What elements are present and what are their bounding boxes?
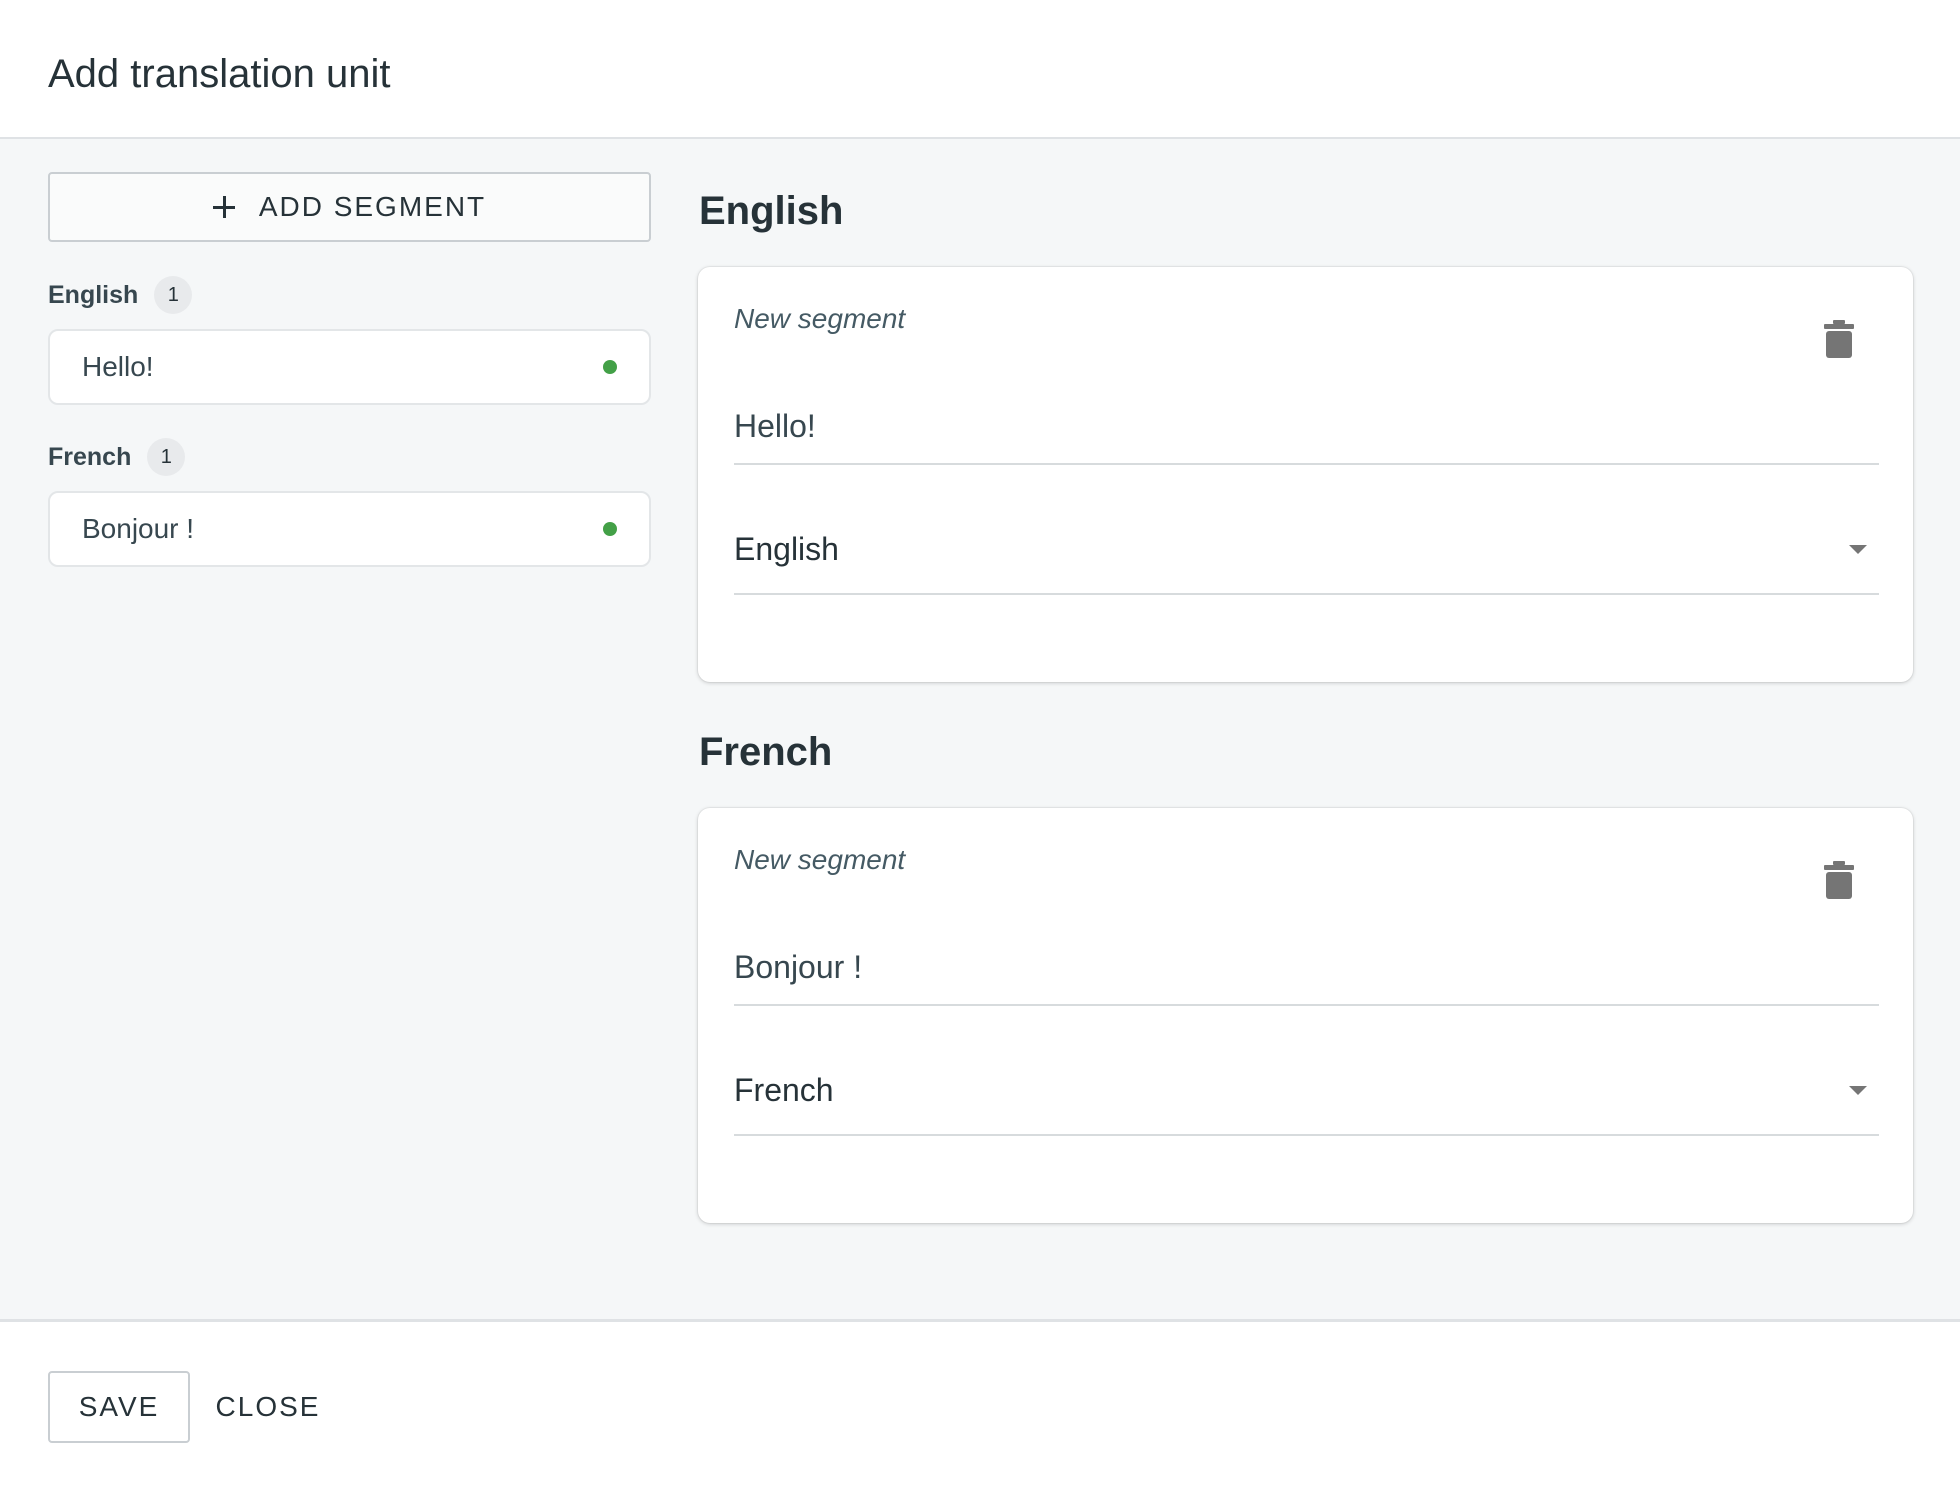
- dialog-body: ADD SEGMENT English 1 Hello! French 1 Bo…: [0, 139, 1960, 1319]
- segment-text: Hello!: [82, 351, 154, 382]
- trash-icon[interactable]: [1824, 861, 1854, 899]
- group-label-french: French 1: [48, 437, 186, 477]
- dialog-header: Add translation unit: [0, 0, 1960, 139]
- group-label-english: English 1: [48, 275, 193, 315]
- segment-text: Bonjour !: [82, 513, 195, 544]
- segment-list-item[interactable]: Hello!: [48, 329, 651, 405]
- section-title-french: French: [699, 730, 833, 774]
- language-select[interactable]: English: [734, 505, 1879, 595]
- segment-text-field[interactable]: [734, 377, 1879, 465]
- segment-count-badge: 1: [154, 276, 193, 314]
- close-button[interactable]: CLOSE: [200, 1371, 336, 1443]
- segment-card-label: New segment: [734, 844, 906, 875]
- language-select-value: French: [734, 1071, 834, 1108]
- language-select[interactable]: French: [734, 1046, 1879, 1136]
- segment-card-label: New segment: [734, 303, 906, 334]
- dialog-footer: SAVE CLOSE: [0, 1319, 1960, 1492]
- segment-card-english: New segment English: [698, 267, 1913, 682]
- caret-down-icon: [1849, 1085, 1867, 1095]
- save-button[interactable]: SAVE: [48, 1371, 190, 1443]
- segment-text-input[interactable]: [734, 377, 1879, 463]
- segment-text-input[interactable]: [734, 918, 1879, 1004]
- group-language-name: English: [48, 280, 139, 309]
- dialog-title: Add translation unit: [48, 52, 391, 96]
- add-segment-button[interactable]: ADD SEGMENT: [48, 172, 651, 242]
- group-language-name: French: [48, 442, 132, 471]
- segment-count-badge: 1: [147, 438, 186, 476]
- caret-down-icon: [1849, 544, 1867, 554]
- segment-list-item[interactable]: Bonjour !: [48, 491, 651, 567]
- language-select-value: English: [734, 530, 839, 567]
- segment-card-french: New segment French: [698, 808, 1913, 1223]
- trash-icon[interactable]: [1824, 320, 1854, 358]
- add-segment-label: ADD SEGMENT: [258, 191, 487, 222]
- section-title-english: English: [699, 189, 844, 233]
- status-dot-icon: [603, 522, 617, 536]
- segment-text-field[interactable]: [734, 918, 1879, 1006]
- add-translation-unit-dialog: Add translation unit ADD SEGMENT English…: [0, 0, 1960, 1492]
- status-dot-icon: [603, 360, 617, 374]
- plus-icon: [212, 196, 235, 218]
